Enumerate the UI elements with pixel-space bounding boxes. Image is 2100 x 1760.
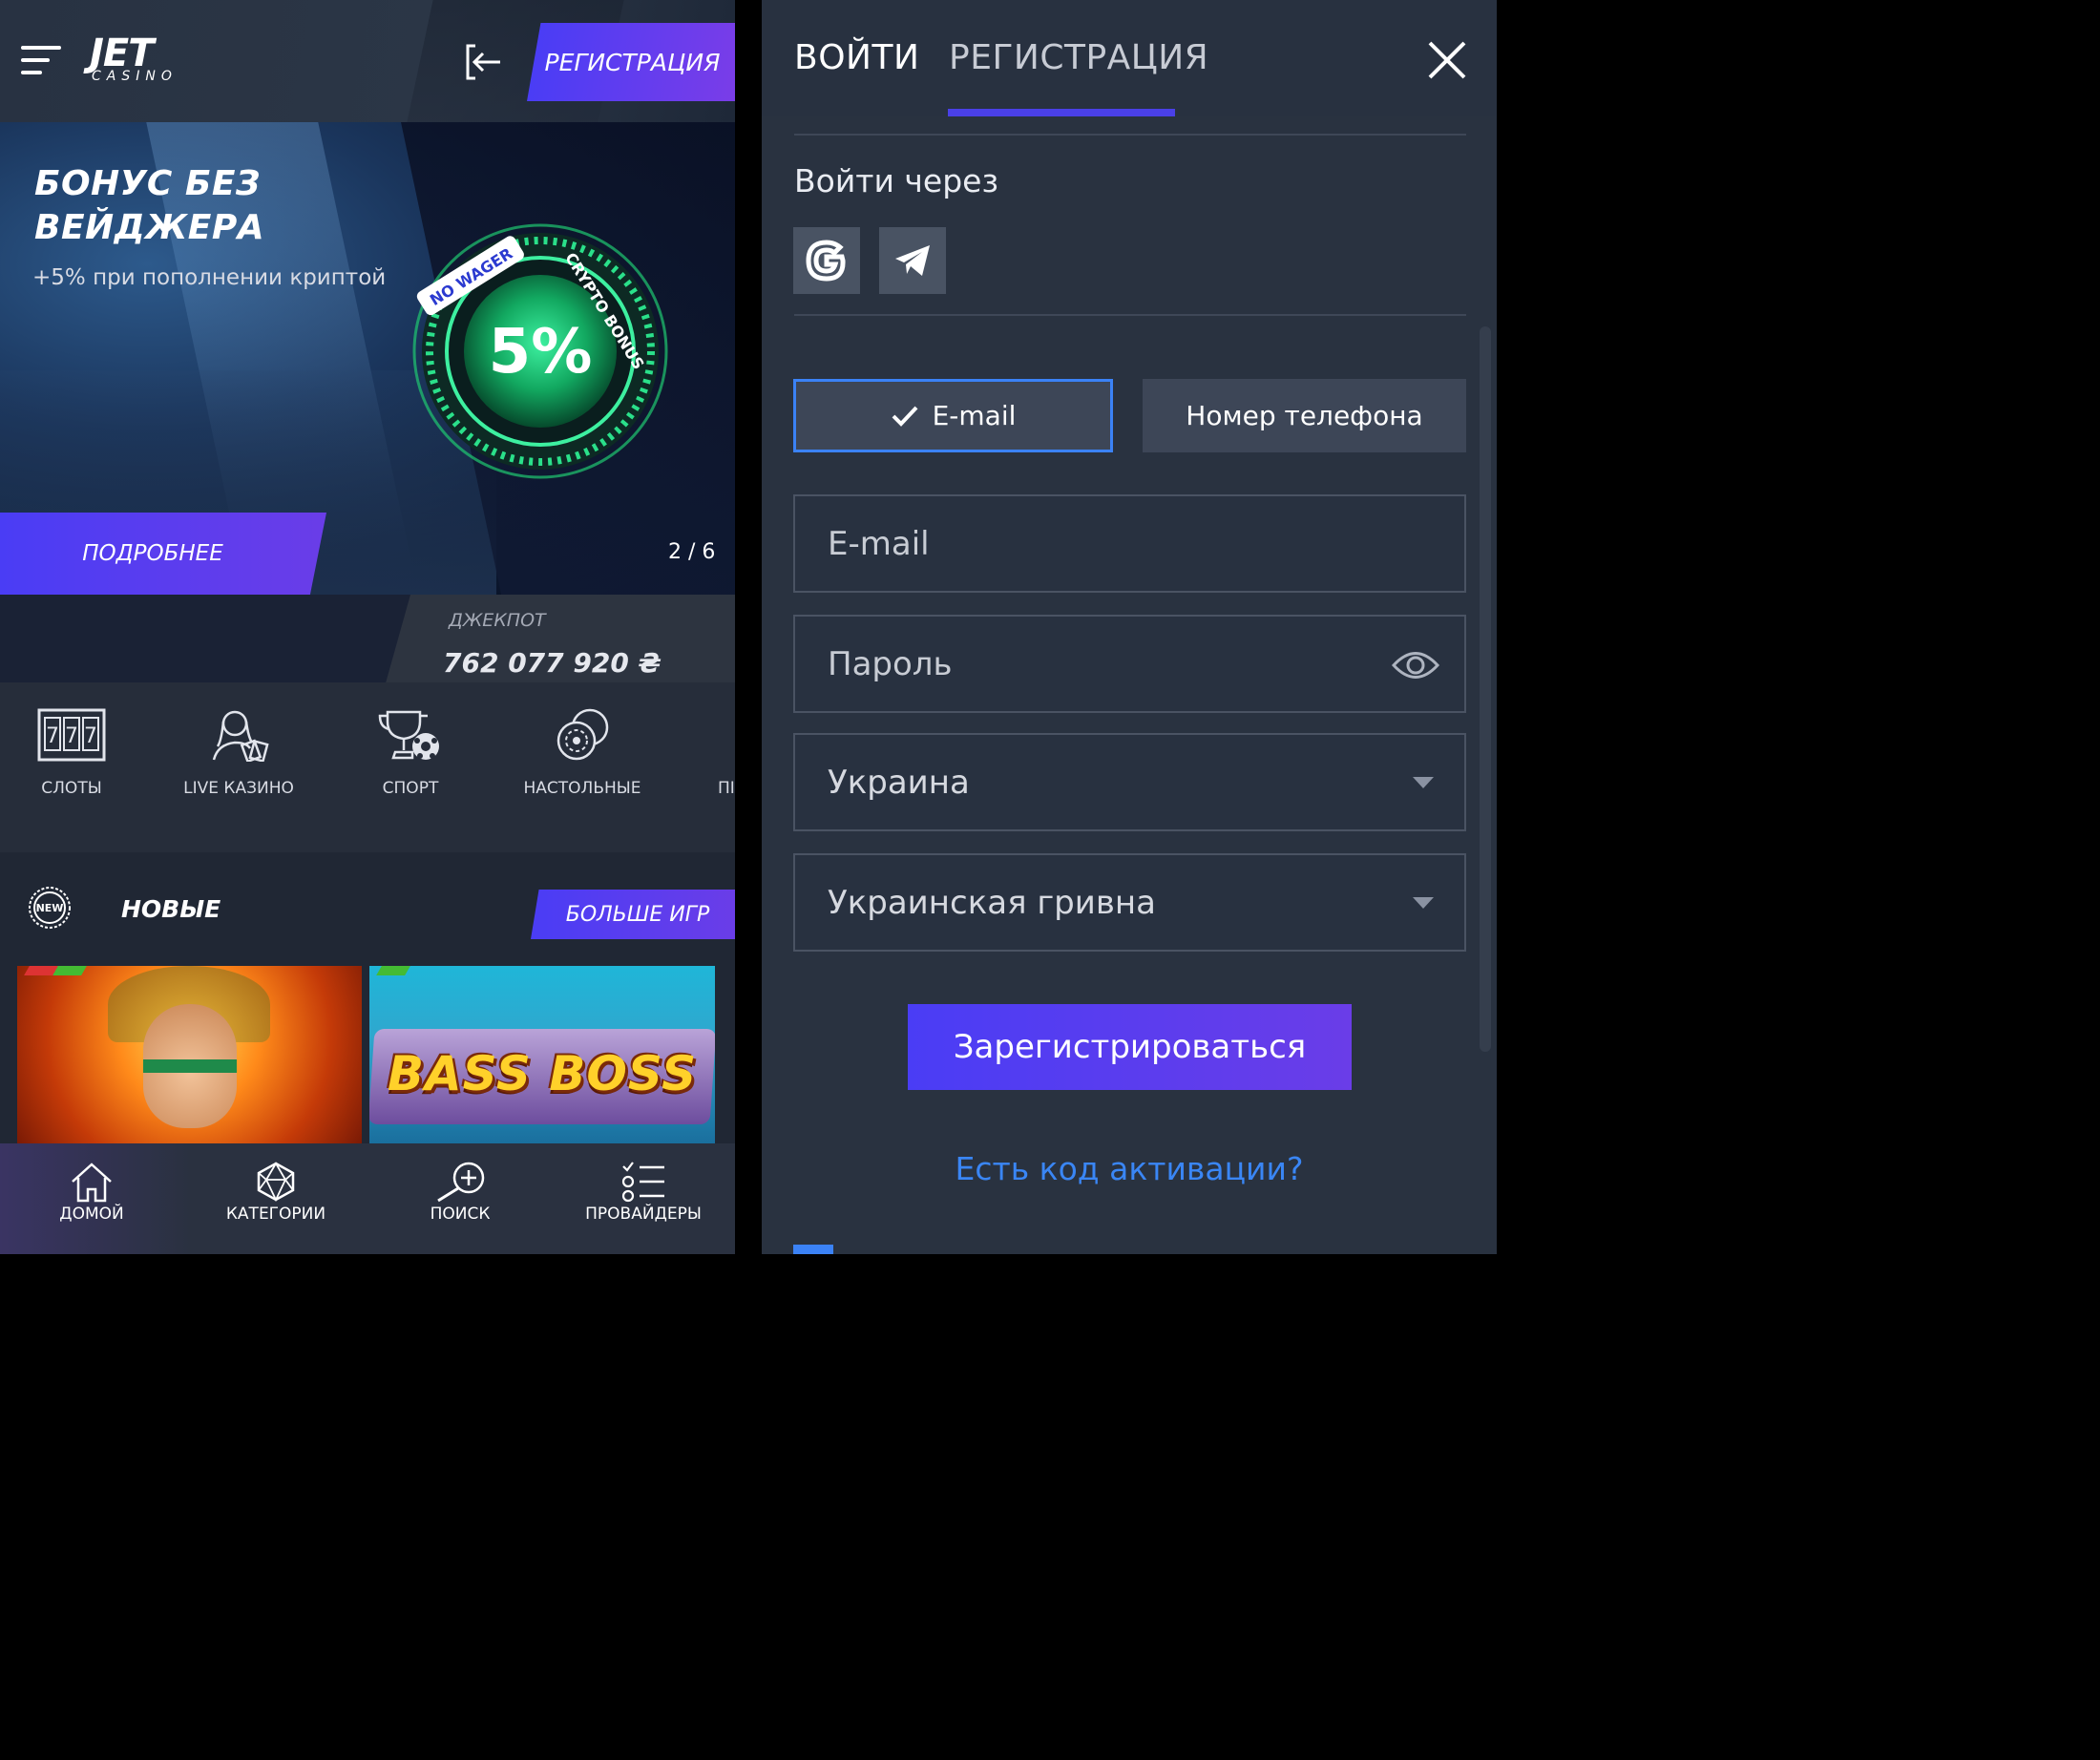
password-placeholder: Пароль [828,645,953,683]
bottom-edge-marker [793,1245,833,1254]
category-sport[interactable]: СПОРТ [361,708,460,798]
country-value: Украина [828,764,970,802]
more-button[interactable]: ПОДРОБНЕЕ [0,513,305,595]
telegram-login-button[interactable] [879,227,946,294]
currency-select[interactable]: Украинская гривна [793,853,1466,952]
category-label: LIVE КАЗИНО [183,779,294,798]
password-field[interactable]: Пароль [793,615,1466,713]
nav-categories[interactable]: КАТЕГОРИИ [216,1161,336,1224]
new-section-title: НОВЫЕ [121,895,221,923]
register-button[interactable]: РЕГИСТРАЦИЯ [530,23,735,101]
nav-home[interactable]: ДОМОЙ [44,1161,139,1224]
casino-chips-icon [556,708,609,761]
category-label: СПОРТ [382,779,439,798]
category-slots[interactable]: 7 7 7 СЛОТЫ [23,708,120,798]
nav-label: ДОМОЙ [59,1205,124,1224]
jackpot-value: 762 077 920 ₴ [443,647,662,679]
svg-text:7: 7 [65,724,78,748]
nav-providers[interactable]: ПРОВАЙДЕРЫ [580,1161,706,1224]
auth-panel: ВОЙТИ РЕГИСТРАЦИЯ Войти через E-mail Ном… [762,0,1497,1254]
login-via-title: Войти через [794,162,999,199]
telegram-icon [895,245,930,276]
scrollbar[interactable] [1480,326,1491,1052]
chevron-down-icon [1413,777,1434,788]
live-dealer-icon [212,710,269,762]
login-icon[interactable] [462,42,502,82]
close-icon[interactable] [1427,40,1467,80]
logo-main: JET [90,31,154,75]
more-games-button[interactable]: БОЛЬШЕ ИГР [540,890,735,939]
disc-percent: 5% [489,317,593,388]
nav-label: ПОИСК [430,1205,491,1224]
email-field[interactable]: E-mail [793,494,1466,593]
method-phone-label: Номер телефона [1186,400,1423,431]
category-live-casino[interactable]: LIVE КАЗИНО [174,708,304,798]
banner-counter: 2 / 6 [668,540,716,564]
eye-icon[interactable] [1392,649,1439,681]
game-title: BASS BOSS [387,1046,698,1101]
divider [794,314,1466,316]
register-submit-button[interactable]: Зарегистрироваться [908,1004,1352,1090]
svg-text:7: 7 [84,724,97,748]
tab-register[interactable]: РЕГИСТРАЦИЯ [949,38,1208,77]
country-select[interactable]: Украина [793,733,1466,831]
method-email-button[interactable]: E-mail [793,379,1113,452]
google-login-button[interactable] [793,227,860,294]
nav-label: КАТЕГОРИИ [225,1205,326,1224]
category-table-games[interactable]: НАСТОЛЬНЫЕ [515,708,649,798]
slots-777-icon: 7 7 7 [37,708,106,762]
category-partial[interactable]: ПІ [718,708,735,798]
jackpot-label: ДЖЕКПОТ [449,610,546,631]
polyhedron-icon [257,1162,295,1203]
home-icon [72,1163,112,1203]
email-placeholder: E-mail [828,525,930,563]
nav-label: ПРОВАЙДЕРЫ [585,1205,702,1224]
checkmark-icon [892,406,918,427]
category-label: НАСТОЛЬНЫЕ [523,779,641,798]
trophy-ball-icon [378,710,439,760]
tab-login[interactable]: ВОЙТИ [794,38,919,77]
banner-subtitle: +5% при пополнении криптой [32,265,387,290]
nav-search[interactable]: ПОИСК [416,1161,504,1224]
game-tile-bass-boss[interactable]: BASS BOSS [369,966,715,1143]
search-plus-icon [437,1162,485,1203]
google-icon [806,240,846,282]
new-badge-text: NEW [36,902,64,914]
game-tile-aztec[interactable] [17,966,362,1143]
logo[interactable]: JET CASINO [90,34,178,84]
logo-sub: CASINO [92,69,178,84]
list-check-icon [621,1162,664,1203]
method-email-label: E-mail [932,400,1017,431]
activation-code-link[interactable]: Есть код активации? [762,1150,1497,1187]
menu-icon[interactable] [21,46,63,78]
crypto-bonus-disc-icon: 5% NO WAGER CRYPTO BONUS [412,223,668,479]
svg-text:7: 7 [46,724,59,748]
partial-icon [727,708,735,762]
divider [794,134,1466,136]
method-phone-button[interactable]: Номер телефона [1143,379,1466,452]
chevron-down-icon [1413,897,1434,909]
casino-app-panel: JET CASINO РЕГИСТРАЦИЯ БОНУС БЕЗ ВЕЙДЖЕР… [0,0,735,1254]
banner-title: БОНУС БЕЗ ВЕЙДЖЕРА [34,164,265,247]
category-label: СЛОТЫ [41,779,102,798]
new-badge-icon: NEW [29,887,71,929]
category-label: ПІ [718,779,735,798]
currency-value: Украинская гривна [828,884,1156,922]
active-tab-indicator [948,109,1175,116]
